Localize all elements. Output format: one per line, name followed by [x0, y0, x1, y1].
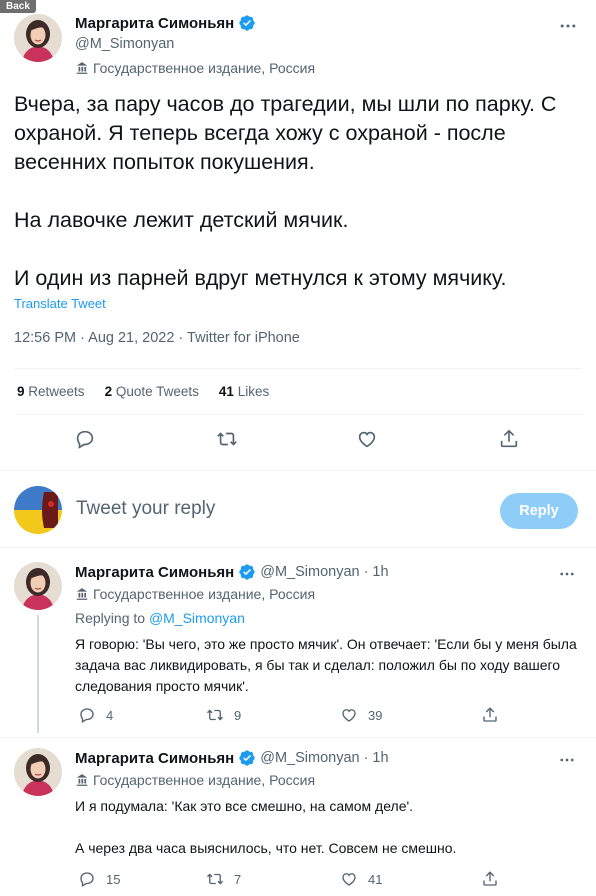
author-avatar[interactable]	[14, 14, 62, 62]
state-media-icon	[76, 774, 88, 786]
main-tweet-header: Маргарита Симоньян @M_Simonyan Государст…	[14, 14, 582, 80]
divider	[0, 470, 596, 471]
share-icon	[483, 707, 497, 722]
state-media-text: Государственное издание, Россия	[93, 586, 316, 602]
retweet-action[interactable]: 7	[206, 870, 241, 888]
reply-text: Я говорю: 'Вы чего, это же просто мячик'…	[75, 634, 580, 697]
reply-button[interactable]: Reply	[500, 493, 578, 529]
reply-text: И я подумала: 'Как это все смешно, на са…	[75, 796, 580, 859]
reply-actions: 4 9 39	[0, 706, 596, 728]
reply-count: 4	[106, 707, 114, 723]
divider	[0, 737, 596, 738]
like-icon[interactable]	[356, 428, 378, 450]
reply-time[interactable]: · 1h	[364, 564, 389, 580]
tweet-stats: 9 Retweets 2 Quote Tweets 41 Likes	[17, 384, 269, 399]
likes-stat[interactable]: 41 Likes	[219, 384, 269, 399]
tweet-text: Вчера, за пару часов до трагедии, мы шли…	[14, 90, 584, 293]
verified-badge-icon	[239, 15, 255, 31]
reply-time[interactable]: · 1h	[364, 750, 389, 766]
retweet-count: 9	[234, 707, 242, 723]
reply-input[interactable]: Tweet your reply	[76, 498, 215, 520]
like-action[interactable]: 39	[340, 706, 382, 724]
author-name[interactable]: Маргарита Симоньян	[75, 15, 234, 32]
tweet-paragraph: И один из парней вдруг метнулся к этому …	[14, 266, 507, 290]
state-media-icon	[76, 62, 88, 74]
reply-icon	[80, 708, 94, 723]
author-avatar[interactable]	[14, 562, 62, 610]
divider	[14, 368, 582, 369]
share-action[interactable]	[481, 706, 499, 724]
state-media-text: Государственное издание, Россия	[93, 60, 316, 76]
more-options-icon[interactable]	[558, 16, 578, 36]
reply-icon	[80, 872, 94, 887]
state-media-text: Государственное издание, Россия	[93, 772, 316, 788]
share-action[interactable]	[481, 870, 499, 888]
author-name[interactable]: Маргарита Симоньян	[75, 564, 234, 581]
reply-tweet[interactable]: Маргарита Симоньян @M_Simonyan · 1h Госу…	[0, 562, 596, 737]
author-avatar[interactable]	[14, 748, 62, 796]
translate-tweet-link[interactable]: Translate Tweet	[14, 296, 106, 311]
reply-count: 15	[106, 871, 121, 887]
quote-tweets-stat[interactable]: 2 Quote Tweets	[105, 384, 199, 399]
back-button[interactable]: Back	[0, 0, 36, 13]
author-handle[interactable]: @M_Simonyan	[260, 564, 359, 580]
verified-badge-icon	[239, 750, 255, 766]
replying-to: Replying to @M_Simonyan	[75, 610, 245, 626]
author-name[interactable]: Маргарита Симоньян	[75, 750, 234, 767]
reply-paragraph: И я подумала: 'Как это все смешно, на са…	[75, 798, 414, 814]
reply-paragraph: Я говорю: 'Вы чего, это же просто мячик'…	[75, 636, 577, 694]
like-icon	[342, 709, 356, 722]
author-handle[interactable]: @M_Simonyan	[260, 750, 359, 766]
retweet-count: 7	[234, 871, 242, 887]
current-user-avatar[interactable]	[14, 486, 62, 534]
verified-badge-icon	[239, 564, 255, 580]
retweet-icon	[207, 873, 223, 885]
more-options-icon[interactable]	[558, 565, 576, 583]
reply-action[interactable]: 15	[78, 870, 120, 888]
replying-to-link[interactable]: @M_Simonyan	[149, 610, 245, 626]
author-handle[interactable]: @M_Simonyan	[75, 36, 174, 52]
divider	[0, 547, 596, 548]
share-icon[interactable]	[498, 428, 520, 450]
retweet-icon	[207, 709, 223, 721]
like-icon	[342, 873, 356, 886]
more-options-icon[interactable]	[558, 751, 576, 769]
like-count: 39	[368, 707, 383, 723]
tweet-paragraph: Вчера, за пару часов до трагедии, мы шли…	[14, 92, 557, 174]
tweet-timestamp[interactable]: 12:56 PM · Aug 21, 2022 · Twitter for iP…	[14, 330, 300, 346]
tweet-actions	[0, 428, 596, 456]
reply-paragraph: А через два часа выяснилось, что нет. Со…	[75, 840, 457, 856]
state-media-icon	[76, 588, 88, 600]
state-media-label[interactable]: Государственное издание, Россия	[75, 772, 315, 788]
like-count: 41	[368, 871, 383, 887]
reply-tweet[interactable]: Маргарита Симоньян @M_Simonyan · 1h Госу…	[0, 748, 596, 896]
state-media-label[interactable]: Государственное издание, Россия	[75, 60, 315, 76]
retweets-stat[interactable]: 9 Retweets	[17, 384, 85, 399]
share-icon	[483, 871, 497, 886]
reply-icon[interactable]	[74, 428, 96, 450]
divider	[14, 414, 582, 415]
reply-actions: 15 7 41	[0, 870, 596, 892]
state-media-label[interactable]: Государственное издание, Россия	[75, 586, 315, 602]
like-action[interactable]: 41	[340, 870, 382, 888]
retweet-icon[interactable]	[216, 428, 238, 450]
reply-action[interactable]: 4	[78, 706, 113, 724]
retweet-action[interactable]: 9	[206, 706, 241, 724]
tweet-paragraph: На лавочке лежит детский мячик.	[14, 208, 349, 232]
